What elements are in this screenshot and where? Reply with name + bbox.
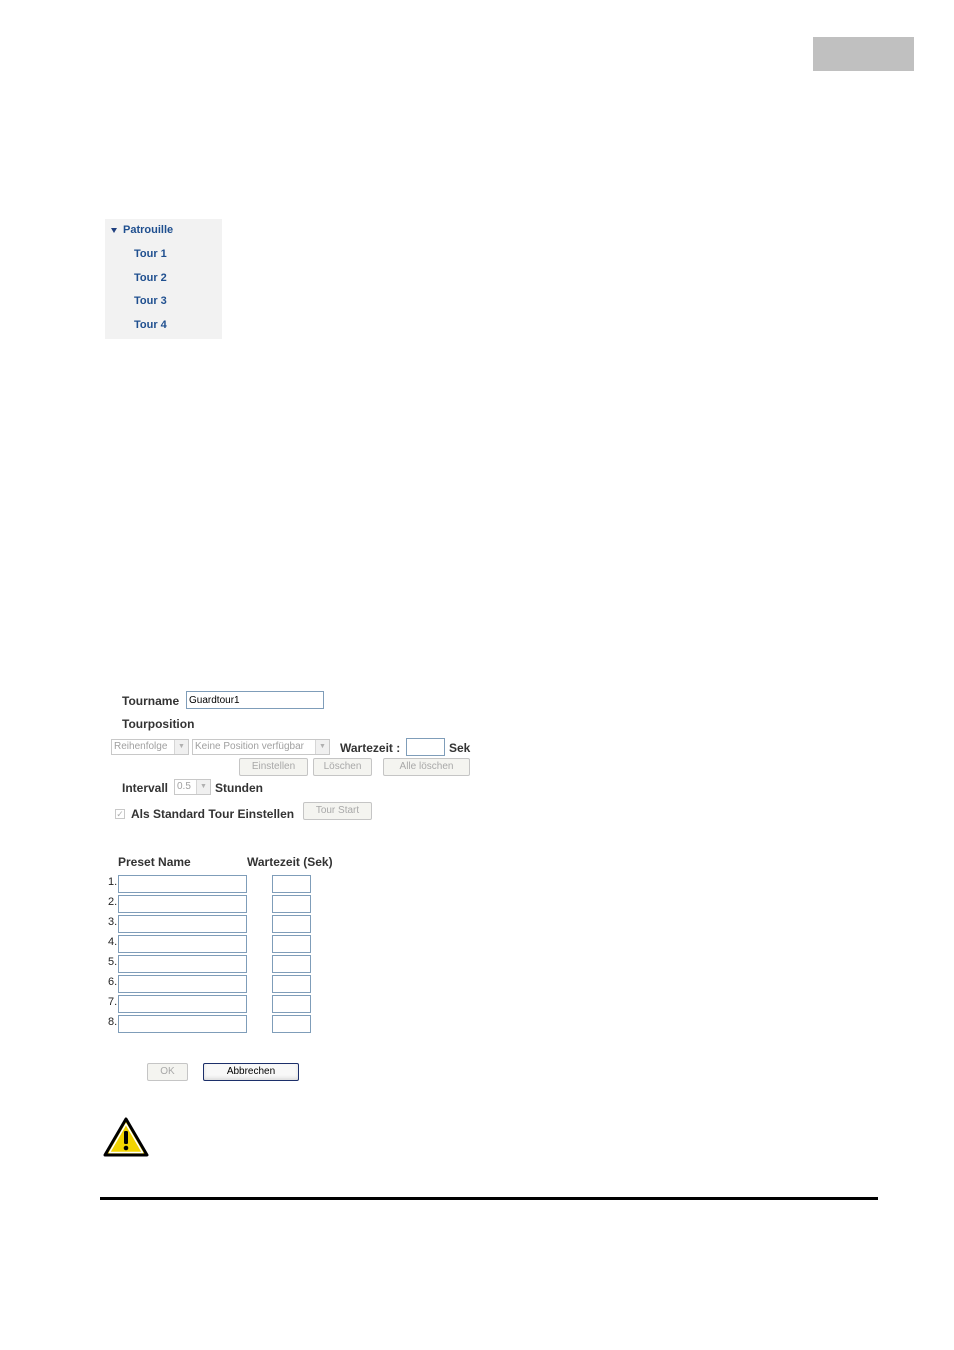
row-number: 3. — [108, 916, 118, 928]
preset-wait-input[interactable] — [272, 955, 311, 973]
expand-triangle-icon — [111, 227, 117, 233]
default-tour-label: Als Standard Tour Einstellen — [131, 807, 295, 821]
preset-wait-input[interactable] — [272, 895, 311, 913]
preset-name-input[interactable] — [118, 895, 247, 913]
menu-heading-patrouille[interactable]: Patrouille — [111, 224, 173, 236]
menu-item-tour-2[interactable]: Tour 2 — [134, 272, 167, 284]
menu-heading-label: Patrouille — [123, 224, 174, 236]
menu-item-tour-1[interactable]: Tour 1 — [134, 248, 167, 260]
preset-wait-input[interactable] — [272, 1015, 311, 1033]
row-number: 7. — [108, 996, 118, 1008]
warning-triangle-icon — [103, 1117, 149, 1162]
chevron-down-icon: ▼ — [174, 740, 188, 754]
row-number: 6. — [108, 976, 118, 988]
patrol-menu: Patrouille Tour 1 Tour 2 Tour 3 Tour 4 — [105, 219, 222, 339]
order-select[interactable]: Reihenfolge ▼ — [111, 739, 189, 755]
preset-name-input[interactable] — [118, 935, 247, 953]
cancel-button[interactable]: Abbrechen — [203, 1063, 299, 1081]
preset-name-header: Preset Name — [118, 855, 191, 869]
chevron-down-icon: ▼ — [196, 780, 210, 794]
ok-button[interactable]: OK — [147, 1063, 188, 1081]
preset-wait-input[interactable] — [272, 975, 311, 993]
interval-select[interactable]: 0.5 ▼ — [174, 779, 211, 795]
wait-input[interactable] — [406, 738, 445, 756]
row-number: 8. — [108, 1016, 118, 1028]
position-select[interactable]: Keine Position verfügbar ▼ — [192, 739, 330, 755]
row-number: 5. — [108, 956, 118, 968]
tour-start-button[interactable]: Tour Start — [303, 802, 372, 820]
menu-item-tour-4[interactable]: Tour 4 — [134, 319, 167, 331]
row-number: 1. — [108, 876, 118, 888]
preset-name-input[interactable] — [118, 975, 247, 993]
interval-unit-label: Stunden — [215, 781, 263, 795]
tourname-label: Tourname — [122, 694, 180, 708]
delete-button[interactable]: Löschen — [313, 758, 372, 776]
footer-rule — [100, 1197, 878, 1200]
preset-name-input[interactable] — [118, 875, 247, 893]
preset-name-input[interactable] — [118, 915, 247, 933]
wait-unit-label: Sek — [449, 741, 471, 755]
row-number: 2. — [108, 896, 118, 908]
chevron-down-icon: ▼ — [315, 740, 329, 754]
preset-wait-input[interactable] — [272, 875, 311, 893]
tourname-input[interactable] — [186, 691, 324, 709]
delete-all-button[interactable]: Alle löschen — [383, 758, 470, 776]
tourposition-label: Tourposition — [122, 717, 195, 731]
preset-name-input[interactable] — [118, 995, 247, 1013]
default-tour-checkbox[interactable]: ✓ — [115, 809, 125, 819]
row-number: 4. — [108, 936, 118, 948]
preset-wait-input[interactable] — [272, 935, 311, 953]
wait-time-header: Wartezeit (Sek) — [247, 855, 333, 869]
set-button[interactable]: Einstellen — [239, 758, 308, 776]
wait-label: Wartezeit : — [340, 741, 401, 755]
menu-item-tour-3[interactable]: Tour 3 — [134, 295, 167, 307]
interval-label: Intervall — [122, 781, 169, 795]
preset-wait-input[interactable] — [272, 915, 311, 933]
preset-name-input[interactable] — [118, 1015, 247, 1033]
preset-wait-input[interactable] — [272, 995, 311, 1013]
preset-name-input[interactable] — [118, 955, 247, 973]
header-tab-box — [813, 37, 914, 71]
